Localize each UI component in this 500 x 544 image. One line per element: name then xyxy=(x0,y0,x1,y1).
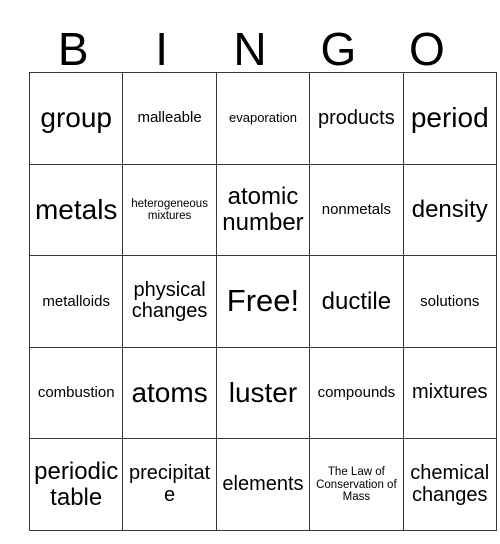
bingo-cell[interactable]: density xyxy=(402,163,497,257)
bingo-cell[interactable]: elements xyxy=(215,438,311,531)
bingo-cell-free-space[interactable]: Free! xyxy=(215,255,311,348)
bingo-cell[interactable]: physical changes xyxy=(122,255,217,348)
bingo-header-row: B I N G O xyxy=(29,18,471,72)
bingo-cell[interactable]: evaporation xyxy=(215,72,311,165)
bingo-cell-label: group xyxy=(40,102,112,134)
bingo-cell[interactable]: metalloids xyxy=(28,255,124,348)
bingo-cell-label: chemical changes xyxy=(410,462,490,506)
bingo-cell[interactable]: compounds xyxy=(309,346,404,440)
bingo-cell-label: density xyxy=(411,196,488,224)
bingo-cell[interactable]: atomic number xyxy=(215,163,311,257)
header-letter-o: O xyxy=(408,23,445,75)
bingo-cell-label: luster xyxy=(228,377,298,409)
bingo-cell-label: solutions xyxy=(420,292,480,310)
header-letter-i: I xyxy=(155,23,168,75)
bingo-row: combustion atoms luster compounds mixtur… xyxy=(28,346,497,440)
bingo-cell[interactable]: products xyxy=(309,72,404,165)
header-letter-b: B xyxy=(57,23,89,75)
bingo-cell-label: metals xyxy=(34,194,118,226)
bingo-row: group malleable evaporation products per… xyxy=(28,72,497,165)
bingo-cell-label: atoms xyxy=(131,377,208,409)
bingo-cell[interactable]: nonmetals xyxy=(309,163,404,257)
bingo-row: periodic table precipitate elements The … xyxy=(28,438,497,531)
bingo-cell[interactable]: combustion xyxy=(28,346,124,440)
bingo-cell-label: malleable xyxy=(137,109,202,127)
bingo-grid: group malleable evaporation products per… xyxy=(28,72,497,531)
bingo-row: metals heterogeneous mixtures atomic num… xyxy=(28,163,497,257)
bingo-cell-label: physical changes xyxy=(131,279,208,323)
bingo-cell-label: evaporation xyxy=(229,110,297,126)
bingo-cell[interactable]: periodic table xyxy=(28,438,124,531)
bingo-cell-label: combustion xyxy=(37,384,115,402)
bingo-cell-label: periodic table xyxy=(34,458,119,511)
bingo-cell[interactable]: period xyxy=(402,72,497,165)
bingo-cell[interactable]: mixtures xyxy=(402,346,497,440)
bingo-cell-label: mixtures xyxy=(411,381,488,404)
bingo-cell[interactable]: luster xyxy=(215,346,311,440)
bingo-cell-label: elements xyxy=(222,473,304,496)
bingo-cell[interactable]: ductile xyxy=(309,255,404,348)
header-letter-g: G xyxy=(320,23,357,75)
bingo-cell[interactable]: atoms xyxy=(122,346,217,440)
bingo-cell-label: period xyxy=(410,102,489,134)
bingo-cell-label: The Law of Conservation of Mass xyxy=(316,466,397,503)
free-space-label: Free! xyxy=(226,283,300,319)
bingo-row: metalloids physical changes Free! ductil… xyxy=(28,255,497,348)
bingo-cell-label: compounds xyxy=(317,384,396,402)
header-letter-n: N xyxy=(233,23,267,75)
bingo-cell[interactable]: The Law of Conservation of Mass xyxy=(309,438,404,531)
bingo-cell-label: metalloids xyxy=(42,292,110,310)
bingo-cell-label: products xyxy=(318,106,395,129)
bingo-cell[interactable]: metals xyxy=(28,163,124,257)
bingo-cell[interactable]: heterogeneous mixtures xyxy=(122,163,217,257)
bingo-cell[interactable]: malleable xyxy=(122,72,217,165)
bingo-cell[interactable]: precipitate xyxy=(122,438,217,531)
bingo-card: B I N G O group malleable evaporation pr… xyxy=(28,18,497,531)
bingo-cell-label: nonmetals xyxy=(321,200,391,218)
bingo-cell-label: heterogeneous mixtures xyxy=(131,197,208,222)
bingo-cell[interactable]: solutions xyxy=(402,255,497,348)
bingo-cell-label: ductile xyxy=(321,287,392,315)
bingo-cell[interactable]: chemical changes xyxy=(402,438,497,531)
bingo-cell[interactable]: group xyxy=(28,72,124,165)
bingo-cell-label: precipitate xyxy=(129,462,211,506)
bingo-cell-label: atomic number xyxy=(222,183,304,236)
